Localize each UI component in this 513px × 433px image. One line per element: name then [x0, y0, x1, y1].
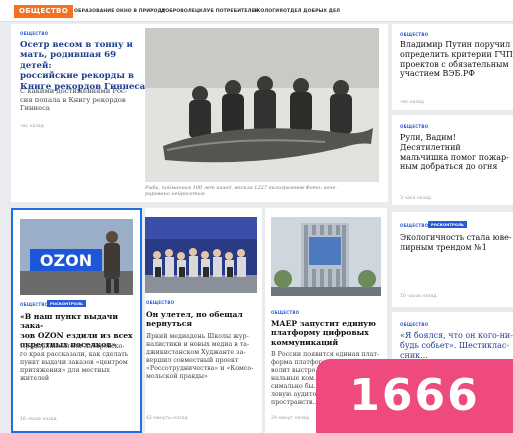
section-logo[interactable]: ОБЩЕСТВО [14, 5, 73, 18]
school-photo-illustration [145, 217, 257, 293]
right-article-card-2[interactable]: ОБЩЕСТВО Рули, Вадим! Десятилетний мальчи… [392, 115, 513, 205]
school-photo[interactable] [145, 217, 257, 293]
bottom-3-title[interactable]: МАЕР запустит единую платформу цифровых ко… [271, 319, 383, 347]
featured-photo-caption: Рыба, пойманная 100 лет назад, весила 12… [145, 185, 338, 198]
bottom-1-lead: Предприниматели Хабаровско-го края расск… [20, 343, 129, 382]
bottom-2-lead: Яркий медиадень Школы жур-налистики и но… [146, 333, 254, 380]
ozon-photo[interactable]: OZON [20, 219, 133, 295]
right-3-tag[interactable]: ОБЩЕСТВО [400, 223, 428, 228]
featured-title[interactable]: Осетр весом в тонну и мать, родившая 69 д… [20, 40, 150, 92]
right-article-card-3[interactable]: ОБЩЕСТВО РОСКОНТРОЛЬ Экологичность стала… [392, 212, 513, 307]
featured-photo-sturgeon[interactable] [145, 28, 379, 182]
nav-item-nature[interactable]: ОКНО В ПРИРОДУ [116, 9, 165, 14]
bottom-2-tag[interactable]: ОБЩЕСТВО [146, 300, 174, 305]
featured-article-card[interactable]: ОБЩЕСТВО Осетр весом в тонну и мать, роди… [11, 24, 388, 202]
building-photo-illustration [271, 217, 381, 296]
right-3-title[interactable]: Экологичность стала юве-лирным трендом №… [400, 233, 513, 253]
bottom-3-tag[interactable]: ОБЩЕСТВО [271, 310, 299, 315]
right-1-tag[interactable]: ОБЩЕСТВО [400, 32, 428, 37]
right-3-time: 16 часов назад [400, 294, 437, 299]
featured-time: час назад [20, 124, 44, 129]
nav-item-ecology[interactable]: ЭКОЛОГИЯ [253, 9, 283, 14]
featured-tag[interactable]: ОБЩЕСТВО [20, 31, 48, 36]
featured-lead: С какими достижениями Рос-сия попала в К… [20, 87, 128, 113]
bottom-1-tag-roskontrol[interactable]: РОСКОНТРОЛЬ [47, 300, 86, 307]
top-nav: ОБЩЕСТВО ОБРАЗОВАНИЕ ОКНО В ПРИРОДУ ДОБР… [0, 0, 513, 22]
right-2-title[interactable]: Рули, Вадим! Десятилетний мальчишка помог… [400, 133, 513, 172]
bottom-2-title[interactable]: Он улетел, но обещал вернуться [146, 310, 260, 329]
right-article-card-1[interactable]: ОБЩЕСТВО Владимир Путин поручил определит… [392, 24, 513, 110]
nav-item-good-deeds[interactable]: ОТДЕЛ ДОБРЫХ ДЕЛ [283, 9, 340, 14]
bottom-article-card-ozon[interactable]: OZON ОБЩЕСТВО РОСКОНТРОЛЬ «В наш пункт в… [11, 208, 142, 433]
nav-item-volunteer[interactable]: ДОБРОВОЛЕЦ [161, 9, 199, 14]
ozon-photo-illustration: OZON [20, 219, 133, 295]
right-4-tag[interactable]: ОБЩЕСТВО [400, 322, 428, 327]
right-3-tag-roskontrol[interactable]: РОСКОНТРОЛЬ [428, 221, 467, 228]
bottom-1-time: 16 часов назад [20, 417, 57, 422]
building-photo[interactable] [271, 217, 381, 296]
nav-item-education[interactable]: ОБРАЗОВАНИЕ [74, 9, 114, 14]
nav-item-consumer-club[interactable]: КЛУБ ПОТРЕБИТЕЛЕЙ [199, 9, 259, 14]
right-4-title[interactable]: «Я боялся, что он кого-ни-будь собьет». … [400, 331, 513, 360]
right-2-time: 3 часа назад [400, 196, 431, 201]
bottom-1-tag[interactable]: ОБЩЕСТВО [20, 302, 48, 307]
bottom-3-time: 29 минут назад [271, 416, 309, 421]
right-1-time: час назад [400, 100, 424, 105]
bottom-article-card-school[interactable]: ОБЩЕСТВО Он улетел, но обещал вернуться Я… [145, 208, 262, 433]
right-1-title[interactable]: Владимир Путин поручил определить критери… [400, 40, 513, 79]
ozon-sign-text: OZON [40, 251, 92, 270]
view-count-badge: 1666 [316, 359, 513, 433]
right-2-tag[interactable]: ОБЩЕСТВО [400, 124, 428, 129]
bottom-2-time: 42 минуты назад [146, 416, 188, 421]
sturgeon-photo-illustration [145, 28, 379, 182]
